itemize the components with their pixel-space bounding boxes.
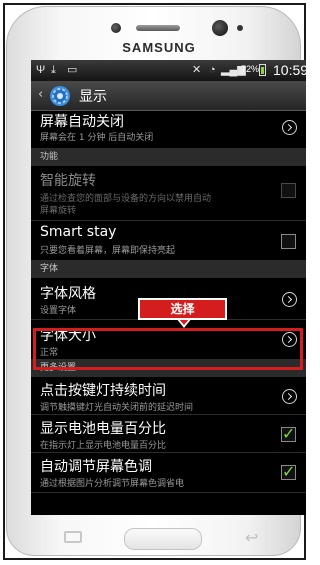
setting-subtitle: 屏幕会在 1 分钟 后自动关闭: [40, 133, 154, 143]
battery-percent-checkbox[interactable]: ✓: [281, 424, 296, 443]
checkmark-icon: ✓: [282, 424, 296, 443]
front-sensor: [111, 23, 121, 33]
setting-smart-rotation[interactable]: 智能旋转 通过检查您的面部与设备的方向以禁用自动 屏幕旋转: [31, 166, 306, 221]
setting-smart-stay[interactable]: Smart stay 只要您看着屏幕，屏幕即保持亮起: [31, 221, 306, 261]
setting-title: 屏幕自动关闭: [40, 114, 124, 130]
brand-logo: SAMSUNG: [122, 40, 196, 55]
battery-percent-text: 72%: [241, 64, 260, 74]
setting-subtitle: 调节触摸键灯光自动关闭前的延迟时间: [40, 403, 194, 413]
section-header-font: 字体: [31, 261, 306, 278]
setting-subtitle-line2: 屏幕旋转: [40, 206, 77, 216]
display-settings-gear-icon: [50, 86, 70, 106]
setting-battery-percent[interactable]: 显示电池电量百分比 在指示灯上显示电池电量百分比 ✓: [31, 415, 306, 453]
menu-key-icon[interactable]: [64, 531, 82, 543]
setting-title: 自动调节屏幕色调: [40, 459, 152, 475]
setting-touch-key-light[interactable]: 点击按键灯持续时间 调节触摸键灯光自动关闭前的延迟时间: [31, 377, 306, 415]
checkmark-icon: ✓: [282, 462, 296, 481]
setting-title: 字体风格: [40, 286, 96, 302]
status-bar: Ψ ⤓ ▭ ✕ ◔ ▂▄▆ 72% 10:59: [31, 60, 306, 81]
back-chevron-icon[interactable]: ‹: [38, 87, 43, 102]
front-camera: [212, 20, 228, 36]
auto-screen-tone-checkbox[interactable]: ✓: [281, 462, 296, 481]
phone-screen: Ψ ⤓ ▭ ✕ ◔ ▂▄▆ 72% 10:59 ‹ 显示 屏幕自动关闭 屏幕会在…: [31, 60, 306, 515]
smart-rotation-checkbox[interactable]: [281, 183, 296, 198]
hardware-button-bar: ↩: [7, 525, 318, 555]
action-bar[interactable]: ‹ 显示: [31, 81, 306, 111]
setting-subtitle: 只要您看着屏幕，屏幕即保持亮起: [40, 246, 176, 256]
setting-title: 智能旋转: [40, 173, 96, 189]
chevron-right-icon[interactable]: [282, 120, 297, 135]
font-size-highlight-box: [33, 328, 303, 370]
page-title: 显示: [79, 89, 107, 105]
setting-auto-screen-tone[interactable]: 自动调节屏幕色调 通过根据图片分析调节屏幕色调省电 ✓: [31, 453, 306, 493]
setting-title: 点击按键灯持续时间: [40, 383, 166, 399]
chevron-right-icon[interactable]: [282, 389, 297, 404]
setting-title: 显示电池电量百分比: [40, 421, 166, 437]
back-key-icon[interactable]: ↩: [245, 528, 258, 547]
setting-subtitle: 通过根据图片分析调节屏幕色调省电: [40, 479, 185, 489]
smart-stay-checkbox[interactable]: [281, 234, 296, 249]
earpiece-speaker: [136, 25, 180, 31]
setting-screen-timeout[interactable]: 屏幕自动关闭 屏幕会在 1 分钟 后自动关闭: [31, 111, 306, 149]
setting-subtitle: 设置字体: [40, 306, 77, 316]
mute-icon: ✕: [192, 64, 202, 76]
sd-card-icon: ▭: [67, 64, 78, 76]
usb-icon: Ψ: [36, 64, 46, 76]
section-header-function: 功能: [31, 149, 306, 166]
wifi-icon: ◔: [209, 64, 216, 76]
setting-title: Smart stay: [40, 224, 117, 240]
setting-subtitle: 在指示灯上显示电池电量百分比: [40, 441, 167, 451]
chevron-right-icon[interactable]: [282, 292, 297, 307]
home-button[interactable]: [124, 528, 202, 550]
download-icon: ⤓: [51, 64, 56, 76]
phone-body: SAMSUNG Ψ ⤓ ▭ ✕ ◔ ▂▄▆ 72% 10:59 ‹ 显示 屏幕自…: [6, 6, 306, 556]
proximity-sensor: [237, 25, 243, 31]
status-clock: 10:59: [273, 62, 306, 78]
select-callout: 选择: [138, 298, 227, 320]
battery-icon: [259, 64, 266, 76]
